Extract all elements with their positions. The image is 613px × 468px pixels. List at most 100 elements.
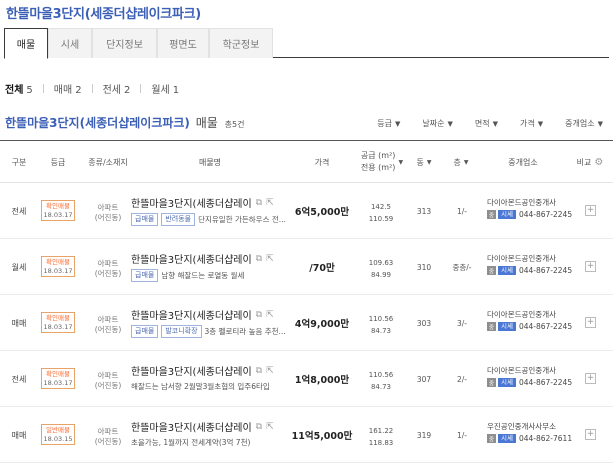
compare-add-button[interactable]: +: [585, 429, 596, 440]
tab-floor-plan[interactable]: 평면도: [157, 28, 209, 58]
sort-area[interactable]: 면적 ▼: [475, 118, 498, 129]
tab-school-info[interactable]: 학군정보: [209, 28, 273, 58]
area-values: 142.5 110.59: [368, 203, 394, 223]
listing-row[interactable]: 매매 확인매물 18.03.17 아파트 (어진동) 한뜰마을3단지(세종더샵레…: [0, 295, 613, 351]
caret-down-icon: ▼: [463, 158, 469, 166]
price: 11억5,000만: [291, 431, 353, 442]
listing-row[interactable]: 전세 확인매물 18.03.17 아파트 (어진동) 한뜰마을3단지(세종더샵레…: [0, 183, 613, 239]
deal-type: 월세: [11, 262, 27, 272]
compare-add-button[interactable]: +: [585, 373, 596, 384]
listing-row[interactable]: 매매 일반매물 18.03.15 아파트 (어진동) 한뜰마을3단지(세종더샵레…: [0, 407, 613, 463]
settings-icon[interactable]: ⚙: [594, 157, 603, 168]
copy-icon[interactable]: ⧉: [256, 366, 262, 376]
property-kind: 아파트 (어진동): [94, 371, 122, 390]
filter-all[interactable]: 전체 5: [5, 81, 33, 96]
price: 6억5,000만: [294, 207, 350, 218]
caret-down-icon: ▼: [597, 120, 603, 128]
share-icon[interactable]: ⇱: [266, 422, 274, 432]
listing-row[interactable]: 월세 확인매물 18.03.17 아파트 (어진동) 한뜰마을3단지(세종더샵레…: [0, 239, 613, 295]
compare-add-button[interactable]: +: [585, 205, 596, 216]
col-dong[interactable]: 동 ▼: [404, 141, 444, 183]
listing-tag: 발코니확장: [161, 325, 202, 338]
compare-add-button[interactable]: +: [585, 317, 596, 328]
area-head-labels: 공급 (m²) 전용 (m²): [360, 151, 396, 172]
floor-info: 1/-: [456, 430, 467, 440]
agency-name[interactable]: 다이아몬드공인중개사: [487, 197, 556, 208]
col-floor[interactable]: 층 ▼: [444, 141, 478, 183]
col-area[interactable]: 공급 (m²) 전용 (m²) ▼: [360, 141, 404, 183]
tab-listings[interactable]: 매물: [4, 28, 48, 59]
agency-name[interactable]: 다이아몬드공인중개사: [487, 309, 556, 320]
sort-agency[interactable]: 중개업소 ▼: [565, 118, 603, 129]
copy-icon[interactable]: ⧉: [256, 422, 262, 432]
caret-down-icon: ▼: [537, 120, 544, 128]
agency-contact: 중 시세 044-867-2245: [487, 378, 572, 387]
area-values: 110.56 84.73: [368, 315, 394, 335]
share-icon[interactable]: ⇱: [266, 310, 274, 320]
compare-add-button[interactable]: +: [585, 261, 596, 272]
listing-name-link[interactable]: 한뜰마을3단지(세종더샵레이 ⧉ ⇱: [131, 363, 274, 379]
share-icon[interactable]: ⇱: [266, 254, 274, 264]
divider: [91, 84, 93, 93]
col-listing-name: 매물명: [198, 157, 222, 167]
sort-date[interactable]: 날짜순 ▼: [422, 118, 452, 129]
share-icon[interactable]: ⇱: [266, 366, 274, 376]
listing-name-link[interactable]: 한뜰마을3단지(세종더샵레이 ⧉ ⇱: [131, 195, 274, 211]
col-grade: 등급: [50, 157, 66, 167]
agency-contact: 중 시세 044-867-2245: [487, 210, 572, 219]
listing-name-link[interactable]: 한뜰마을3단지(세종더샵레이 ⧉ ⇱: [131, 419, 274, 435]
copy-icon[interactable]: ⧉: [256, 254, 262, 264]
dong-number: 319: [416, 430, 432, 440]
agent-badge-icon: 중: [487, 210, 496, 219]
agency-name[interactable]: 다이아몬드공인중개사: [487, 253, 556, 264]
area-values: 109.63 84.99: [368, 259, 394, 279]
sise-badge[interactable]: 시세: [498, 322, 516, 331]
listing-description: 초을가능, 1월까지 전세계약(3억 7천): [131, 438, 251, 447]
agent-badge-icon: 중: [487, 378, 496, 387]
table-header: 구분 등급 종류/소재지 매물명 가격 공급 (m²) 전용 (m²) ▼ 동 ▼…: [0, 140, 613, 183]
sort-price[interactable]: 가격 ▼: [520, 118, 543, 129]
caret-down-icon: ▼: [447, 120, 453, 128]
filter-monthly-rent[interactable]: 월세 1: [151, 81, 179, 96]
listing-description: 급매물 발코니확장 3층 펠로티라 높음 추천...: [131, 325, 286, 338]
grade-badge: 확인매물 18.03.17: [41, 368, 75, 389]
listing-tag: 급매물: [131, 325, 159, 338]
agency-name[interactable]: 우진공인중개사사무소: [487, 421, 556, 432]
agency-phone: 044-862-7611: [518, 434, 573, 443]
tags: 급매물 발코니확장: [131, 325, 205, 338]
copy-icon[interactable]: ⧉: [256, 198, 262, 208]
col-compare: 비교 ⚙: [576, 156, 604, 168]
floor-info: 2/-: [456, 374, 467, 384]
col-deal-type: 구분: [11, 157, 27, 167]
copy-icon[interactable]: ⧉: [256, 310, 262, 320]
filter-sale[interactable]: 매매 2: [54, 81, 82, 96]
grade-badge: 확인매물 18.03.17: [41, 256, 75, 277]
sise-badge[interactable]: 시세: [498, 266, 516, 275]
sise-badge[interactable]: 시세: [498, 378, 516, 387]
listing-name-link[interactable]: 한뜰마을3단지(세종더샵레이 ⧉ ⇱: [131, 251, 274, 267]
sort-grade[interactable]: 등급 ▼: [377, 118, 400, 129]
floor-info: 1/-: [456, 206, 467, 216]
agent-badge-icon: 중: [487, 434, 496, 443]
dong-number: 313: [416, 206, 432, 216]
listing-row[interactable]: 전세 확인매물 18.03.17 아파트 (어진동) 한뜰마을3단지(세종더샵레…: [0, 351, 613, 407]
agency-phone: 044-867-2245: [518, 322, 573, 331]
col-kind-location: 종류/소재지: [88, 157, 128, 167]
listing-name-link[interactable]: 한뜰마을3단지(세종더샵레이 ⧉ ⇱: [131, 307, 274, 323]
listing-description: 해잘드는 남서향 2월말3월초협의 입주6타입: [131, 382, 270, 391]
tab-complex-info[interactable]: 단지정보: [92, 28, 157, 58]
price: /70만: [309, 263, 335, 274]
col-price: 가격: [314, 157, 330, 167]
caret-down-icon: ▼: [492, 120, 499, 128]
tab-market-price[interactable]: 시세: [48, 28, 92, 58]
filter-jeonse[interactable]: 전세 2: [103, 81, 131, 96]
sise-badge[interactable]: 시세: [498, 210, 516, 219]
share-icon[interactable]: ⇱: [266, 198, 274, 208]
floor-info: 중층/-: [452, 262, 472, 272]
caret-down-icon: ▼: [398, 158, 404, 166]
section-suffix: 매물: [195, 116, 218, 130]
listing-description: 급매물 남향 해잘드는 로열동 월세: [131, 269, 244, 282]
grade-badge: 일반매물 18.03.15: [41, 424, 75, 445]
sise-badge[interactable]: 시세: [498, 434, 516, 443]
agency-name[interactable]: 다이아몬드공인중개사: [487, 365, 556, 376]
